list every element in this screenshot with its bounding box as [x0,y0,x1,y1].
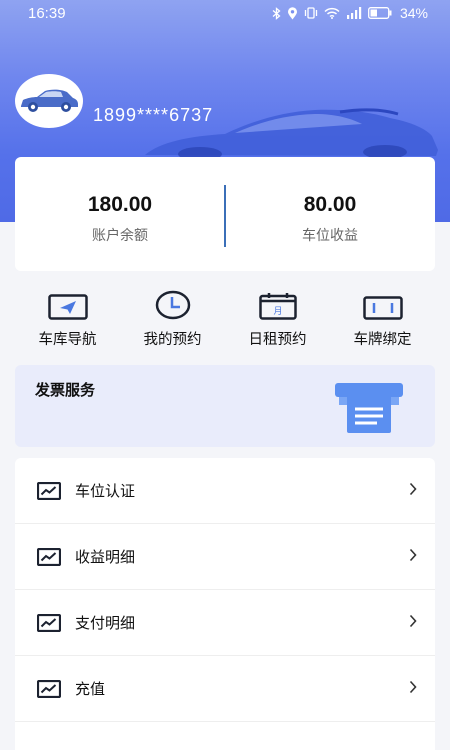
chevron-right-icon [409,482,417,496]
menu-list: 车位认证 收益明细 支付明细 充值 [15,458,435,750]
bluetooth-icon [272,6,281,20]
navigation-icon [47,294,88,320]
invoice-service-card[interactable]: 发票服务 [15,365,435,447]
chevron-right-icon [409,614,417,628]
menu-item-income-details[interactable]: 收益明细 [15,524,435,590]
quick-action-label: 日租预约 [248,332,307,348]
battery-percentage: 34% [399,5,428,21]
account-balance[interactable]: 180.00 账户余额 [15,157,225,271]
chart-icon [37,680,61,698]
quick-action-plate-binding[interactable]: 车牌绑定 [330,290,435,350]
menu-item-label: 收益明细 [75,548,136,566]
location-icon [287,6,297,19]
quick-action-garage-navigation[interactable]: 车库导航 [15,290,120,350]
invoice-service-title: 发票服务 [35,381,96,399]
quick-action-daily-rental[interactable]: 月 日租预约 [225,290,330,350]
menu-item-label: 车位认证 [75,482,136,500]
quick-action-my-reservations[interactable]: 我的预约 [120,290,225,350]
menu-item-recharge[interactable]: 充值 [15,656,435,722]
wifi-icon [324,7,340,19]
car-banner-image [145,108,438,161]
menu-item-partial[interactable] [15,722,435,750]
parking-income[interactable]: 80.00 车位收益 [225,157,435,271]
license-plate-icon [362,296,403,320]
vibrate-icon [304,7,318,19]
chart-icon [37,614,61,632]
chart-icon [37,548,61,566]
status-bar: 16:39 34% [0,0,450,28]
menu-item-parking-certification[interactable]: 车位认证 [15,458,435,524]
status-icons: 34% [272,5,428,21]
account-balance-label: 账户余额 [92,228,148,244]
parking-income-value: 80.00 [303,193,357,216]
menu-item-label: 充值 [75,680,106,698]
chevron-right-icon [409,680,417,694]
quick-action-label: 车库导航 [38,332,97,348]
svg-text:月: 月 [273,306,282,317]
menu-item-payment-details[interactable]: 支付明细 [15,590,435,656]
chevron-right-icon [409,548,417,562]
signal-icon [346,7,362,19]
balance-card: 180.00 账户余额 80.00 车位收益 [15,157,435,271]
invoice-printer-icon [335,383,403,433]
quick-actions: 车库导航 我的预约 月 日租预约 车牌绑定 [15,290,435,350]
chart-icon [37,482,61,500]
calendar-icon: 月 [258,293,297,320]
quick-action-label: 我的预约 [143,332,202,348]
quick-action-label: 车牌绑定 [353,332,412,348]
car-avatar-icon [21,89,78,112]
status-time: 16:39 [28,5,66,22]
avatar[interactable] [15,74,83,128]
parking-income-label: 车位收益 [302,228,358,244]
battery-icon [368,7,392,19]
menu-item-label: 支付明细 [75,614,136,632]
clock-icon [155,290,190,320]
account-balance-value: 180.00 [87,193,153,216]
